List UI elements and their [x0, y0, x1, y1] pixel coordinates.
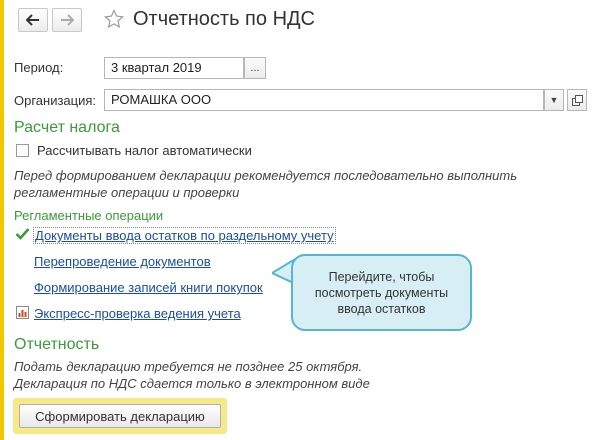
- window-left-border: [0, 0, 4, 440]
- back-button[interactable]: [18, 8, 48, 32]
- reporting-heading: Отчетность: [14, 336, 100, 353]
- operation-link-express-check[interactable]: Экспресс-проверка ведения учета: [34, 306, 241, 321]
- tooltip-text: Перейдите, чтобы посмотреть документы вв…: [314, 269, 449, 316]
- forward-button[interactable]: [52, 8, 82, 32]
- period-select-button[interactable]: ...: [244, 57, 266, 79]
- open-window-icon: [571, 94, 583, 106]
- page-title: Отчетность по НДС: [133, 8, 316, 30]
- star-icon: [104, 9, 124, 29]
- generate-declaration-button[interactable]: Сформировать декларацию: [19, 404, 221, 428]
- arrow-right-icon: [61, 14, 74, 26]
- arrow-left-icon: [26, 14, 39, 26]
- organization-dropdown-button[interactable]: ▼: [544, 89, 564, 111]
- operation-link-purchase-book[interactable]: Формирование записей книги покупок: [34, 280, 263, 295]
- tax-calc-note-line2: регламентные операции и проверки: [14, 185, 240, 200]
- tax-calc-heading: Расчет налога: [14, 119, 120, 136]
- hint-tooltip: Перейдите, чтобы посмотреть документы вв…: [272, 253, 472, 333]
- period-label: Период:: [14, 60, 64, 75]
- report-icon: [16, 306, 29, 322]
- organization-field[interactable]: РОМАШКА ООО: [104, 89, 544, 111]
- operation-link-repost-documents[interactable]: Перепроведение документов: [34, 254, 211, 269]
- organization-label: Организация:: [14, 93, 97, 108]
- period-field[interactable]: 3 квартал 2019: [104, 57, 244, 79]
- reporting-note-line2: Декларация по НДС сдается только в элект…: [14, 376, 370, 391]
- reporting-note-line1: Подать декларацию требуется не позднее 2…: [14, 359, 363, 374]
- tooltip-body: Перейдите, чтобы посмотреть документы вв…: [291, 254, 472, 331]
- auto-tax-checkbox-label[interactable]: Рассчитывать налог автоматически: [37, 143, 252, 158]
- auto-tax-checkbox[interactable]: [16, 144, 29, 157]
- tax-calc-note-line1: Перед формированием декларации рекоменду…: [14, 168, 518, 183]
- chevron-down-icon: ▼: [549, 95, 559, 105]
- operations-heading: Регламентные операции: [14, 208, 164, 223]
- operation-link-opening-balances[interactable]: Документы ввода остатков по раздельному …: [33, 227, 336, 244]
- organization-open-button[interactable]: [567, 89, 587, 111]
- favorite-star-button[interactable]: [104, 9, 124, 32]
- checkmark-icon: [15, 227, 30, 243]
